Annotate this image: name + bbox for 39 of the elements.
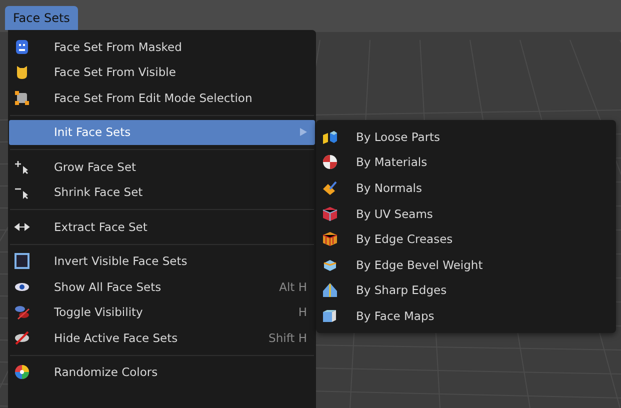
face-map-icon (322, 308, 338, 324)
mesh-selection-icon (14, 90, 30, 106)
seamed-cube-icon (322, 206, 338, 222)
shield-icon (14, 64, 30, 80)
menu-item[interactable]: Invert Visible Face Sets (9, 248, 315, 274)
menu-item[interactable]: By Sharp Edges (317, 278, 615, 304)
menu-title[interactable]: Face Sets (5, 6, 78, 30)
frame-icon (14, 253, 30, 270)
menu-item[interactable]: By Materials (317, 150, 615, 176)
menu-item[interactable]: Toggle Visibility H (9, 300, 315, 325)
shortcut-label: Alt H (279, 280, 307, 294)
color-wheel-icon (14, 364, 30, 380)
menu-item[interactable]: By Face Maps (317, 303, 615, 329)
menu-item[interactable]: Init Face Sets (9, 120, 315, 145)
menu-item[interactable]: Randomize Colors (9, 360, 315, 385)
menu-item[interactable]: By Normals (317, 175, 615, 201)
menu-item[interactable]: Extract Face Set (9, 214, 315, 240)
eye-toggle-icon (14, 304, 30, 320)
normals-icon (322, 180, 338, 196)
menu-item[interactable]: Face Set From Masked (9, 34, 315, 60)
menu-item[interactable]: By Edge Creases (317, 226, 615, 252)
menu-item[interactable]: Face Set From Visible (9, 60, 315, 85)
menu-item[interactable]: Hide Active Face Sets Shift H (9, 325, 315, 350)
menu-item[interactable]: Shrink Face Set (9, 180, 315, 205)
menu-item[interactable]: By Loose Parts (317, 124, 615, 150)
menu-item[interactable]: Grow Face Set (9, 154, 315, 180)
creased-cube-icon (322, 231, 338, 248)
mask-icon (14, 38, 30, 55)
sharp-edge-icon (322, 282, 338, 298)
hidden-eye-icon (14, 330, 30, 346)
shortcut-label: H (298, 305, 307, 320)
menu-item[interactable]: By Edge Bevel Weight (317, 252, 615, 278)
menu-item[interactable]: Show All Face Sets Alt H (9, 274, 315, 300)
cube-parts-icon (322, 128, 338, 145)
menu-item[interactable]: By UV Seams (317, 200, 615, 226)
menu-item[interactable]: Face Set From Edit Mode Selection (9, 85, 315, 110)
shortcut-label: Shift H (268, 330, 307, 345)
material-ball-icon (322, 154, 338, 170)
plus-cursor-icon (14, 158, 30, 175)
